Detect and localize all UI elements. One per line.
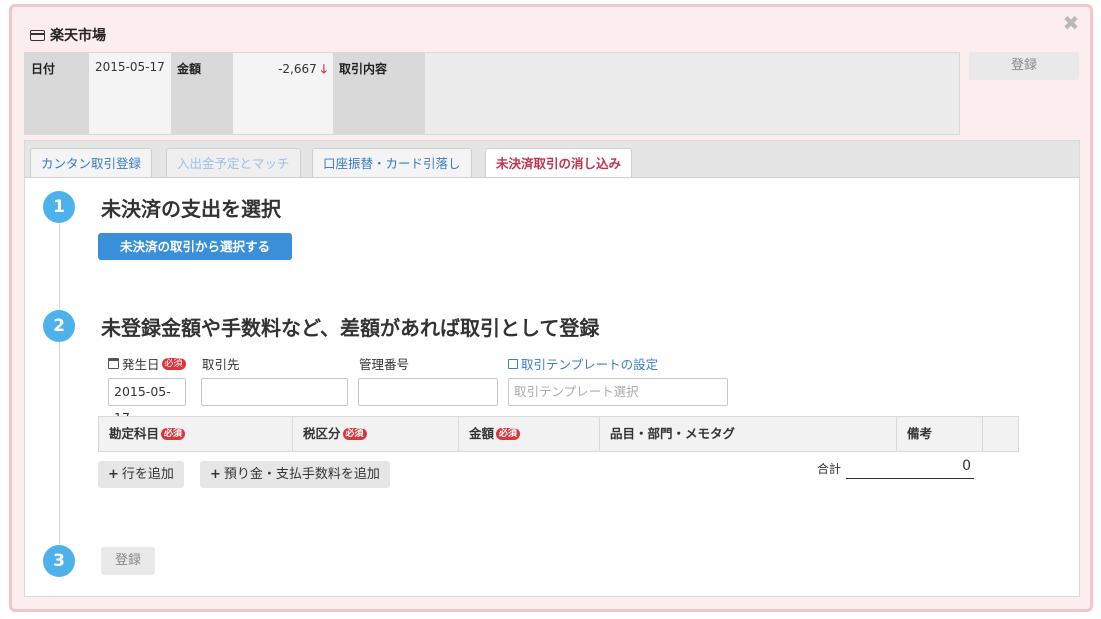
header-account: 勘定科目 必須 xyxy=(99,417,293,451)
required-badge: 必須 xyxy=(496,428,521,440)
transaction-info: 日付 2015-05-17 金額 -2,667 🡓 取引内容 xyxy=(24,52,960,135)
date-value: 2015-05-17 xyxy=(89,53,171,134)
add-deposit-fee-label: 預り金・支払手数料を追加 xyxy=(223,467,380,482)
header-tax: 税区分 必須 xyxy=(293,417,459,451)
required-badge: 必須 xyxy=(342,428,367,440)
tab-easy-register[interactable]: カンタン取引登録 xyxy=(30,148,153,179)
plus-icon: + xyxy=(210,467,221,482)
partner-label: 取引先 xyxy=(202,357,240,372)
step-3-badge: 3 xyxy=(43,545,75,577)
tab-bar: カンタン取引登録 入出金予定とマッチ 口座振替・カード引落し 未決済取引の消し込… xyxy=(24,140,1080,180)
required-badge: 必須 xyxy=(161,357,186,370)
step-1-badge: 1 xyxy=(43,191,75,223)
issue-date-label-text: 発生日 xyxy=(122,357,160,372)
step-2-badge: 2 xyxy=(43,310,75,342)
add-row-button[interactable]: + 行を追加 xyxy=(98,461,184,488)
content-value xyxy=(425,53,959,134)
amount-label: 金額 xyxy=(171,53,233,134)
plus-icon: + xyxy=(108,467,119,482)
register-button[interactable]: 登録 xyxy=(101,547,155,575)
down-arrow-icon: 🡓 xyxy=(320,62,327,76)
header-items: 品目・部門・メモタグ xyxy=(600,417,897,451)
header-amount: 金額 必須 xyxy=(459,417,600,451)
credit-card-icon xyxy=(30,29,45,41)
entry-table-header: 勘定科目 必須 税区分 必須 金額 必須 品目・部門・メモタグ 備考 xyxy=(98,416,1019,452)
panel-title-text: 楽天市場 xyxy=(50,28,106,44)
amount-value: -2,667 🡓 xyxy=(233,53,333,134)
header-account-text: 勘定科目 xyxy=(109,426,160,441)
header-note: 備考 xyxy=(897,417,983,451)
add-row-label: 行を追加 xyxy=(121,467,174,482)
step-connector-line xyxy=(59,222,60,557)
add-deposit-fee-button[interactable]: + 預り金・支払手数料を追加 xyxy=(200,461,390,488)
select-unpaid-button[interactable]: 未決済の取引から選択する xyxy=(98,233,292,260)
edit-icon xyxy=(508,358,518,369)
total-value: 0 xyxy=(846,458,974,479)
step-2-title: 未登録金額や手数料など、差額があれば取引として登録 xyxy=(101,316,600,340)
header-amount-text: 金額 xyxy=(469,426,495,441)
panel-title: 楽天市場 xyxy=(30,25,106,45)
content-label: 取引内容 xyxy=(333,53,425,134)
total-label: 合計 xyxy=(817,462,842,476)
step-1-title: 未決済の支出を選択 xyxy=(101,197,281,221)
tab-account-transfer[interactable]: 口座振替・カード引落し xyxy=(312,148,472,179)
manage-number-label: 管理番号 xyxy=(359,357,410,372)
required-badge: 必須 xyxy=(161,428,186,440)
tab-settle-unpaid[interactable]: 未決済取引の消し込み xyxy=(485,148,633,180)
calendar-icon xyxy=(108,358,119,369)
template-select[interactable]: 取引テンプレート選択 xyxy=(508,378,728,406)
tab-match-schedule[interactable]: 入出金予定とマッチ xyxy=(166,148,301,179)
issue-date-label: 発生日 必須 xyxy=(108,354,186,373)
header-tax-text: 税区分 xyxy=(303,426,341,441)
manage-number-input[interactable] xyxy=(358,378,498,406)
date-label: 日付 xyxy=(25,53,89,134)
amount-value-text: -2,667 xyxy=(278,62,317,76)
template-settings-text: 取引テンプレートの設定 xyxy=(521,357,659,372)
issue-date-input[interactable]: 2015-05-17 xyxy=(108,378,186,425)
partner-input[interactable] xyxy=(201,378,348,406)
register-button-top[interactable]: 登録 xyxy=(969,52,1079,80)
close-icon[interactable]: ✖ xyxy=(1062,13,1080,33)
template-settings-link[interactable]: 取引テンプレートの設定 xyxy=(508,354,658,373)
